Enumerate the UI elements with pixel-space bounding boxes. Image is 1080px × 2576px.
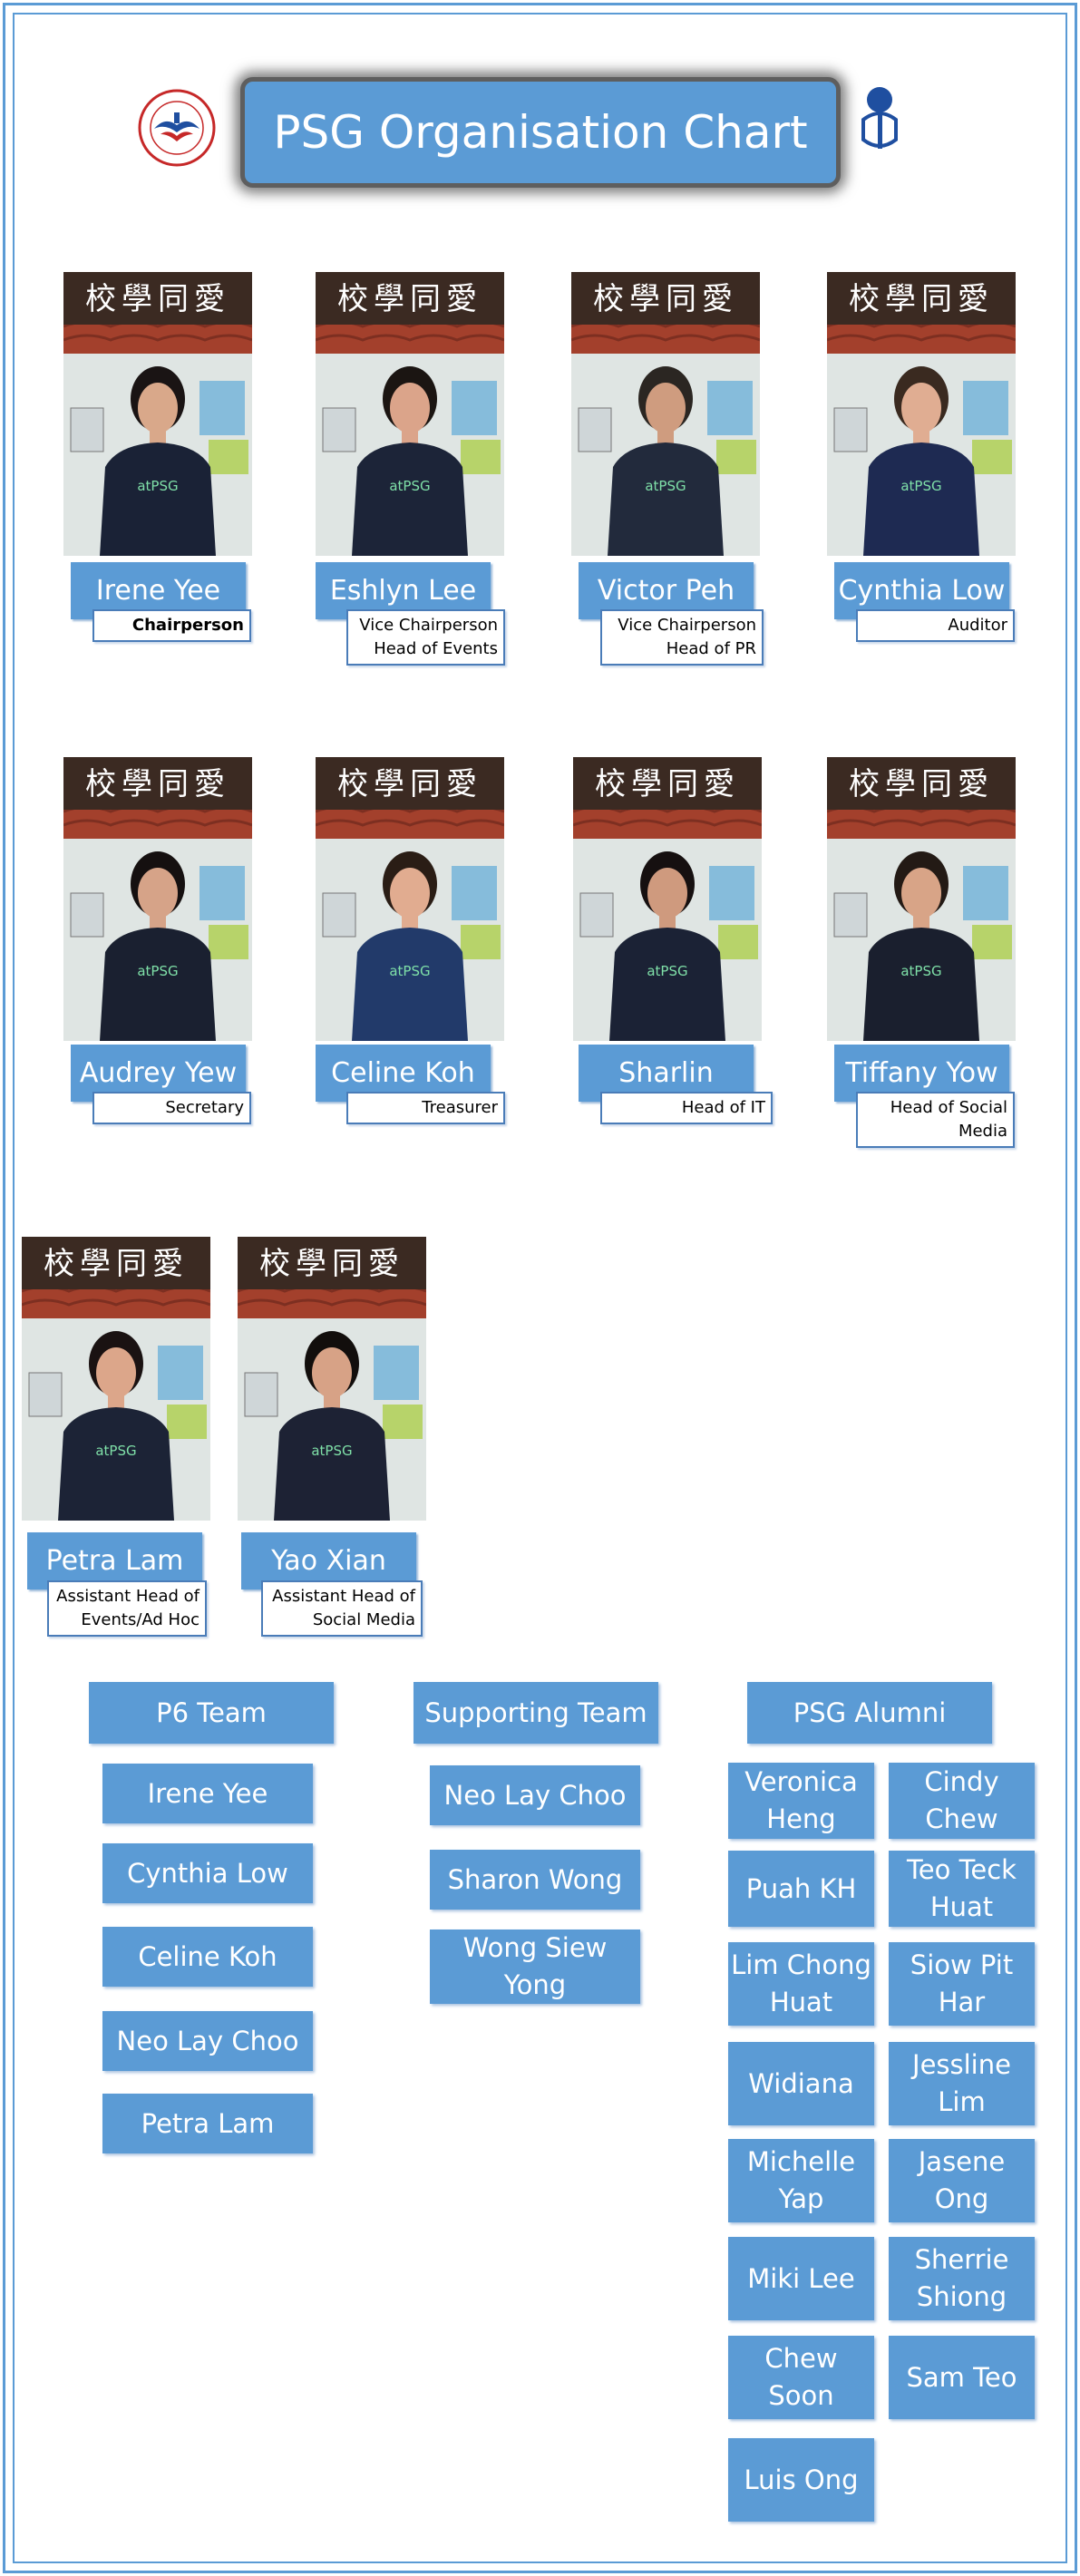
member-role: Head of Social Media xyxy=(856,1092,1015,1148)
alumni-member: Cindy Chew xyxy=(889,1763,1035,1839)
signboard-text: 校學同愛 xyxy=(849,281,994,317)
supporting-team-member: Wong Siew Yong xyxy=(430,1930,640,2004)
signboard-text: 校學同愛 xyxy=(849,766,994,802)
shirt-print: atPSG xyxy=(389,478,431,494)
supporting-team-header: Supporting Team xyxy=(414,1682,658,1744)
signboard-text: 校學同愛 xyxy=(85,281,230,317)
alumni-member: Widiana xyxy=(728,2042,874,2125)
member-role: Assistant Head of Events/Ad Hoc xyxy=(47,1580,207,1637)
signboard-text: 校學同愛 xyxy=(337,281,482,317)
p6-team-member: Petra Lam xyxy=(102,2094,313,2153)
alumni-member: Lim Chong Huat xyxy=(728,1942,874,2026)
shirt-print: atPSG xyxy=(137,963,179,979)
alumni-member: Siow Pit Har xyxy=(889,1942,1035,2026)
signboard-text: 校學同愛 xyxy=(337,766,482,802)
p6-team-member: Irene Yee xyxy=(102,1764,313,1823)
shirt-print: atPSG xyxy=(645,478,686,494)
alumni-member: Veronica Heng xyxy=(728,1763,874,1839)
shirt-print: atPSG xyxy=(95,1443,137,1459)
p6-team-member: Neo Lay Choo xyxy=(102,2011,313,2071)
signboard-text: 校學同愛 xyxy=(44,1246,189,1282)
member-role: Secretary xyxy=(92,1092,251,1124)
p6-team-member: Celine Koh xyxy=(102,1927,313,1987)
signboard-text: 校學同愛 xyxy=(85,766,230,802)
psg-alumni-header: PSG Alumni xyxy=(747,1682,992,1744)
alumni-member: Teo Teck Huat xyxy=(889,1851,1035,1927)
signboard-text: 校學同愛 xyxy=(595,766,740,802)
alumni-member: Luis Ong xyxy=(728,2438,874,2522)
alumni-member: Sherrie Shiong xyxy=(889,2237,1035,2320)
alumni-member: Jasene Ong xyxy=(889,2139,1035,2222)
shirt-print: atPSG xyxy=(311,1443,353,1459)
page-title: PSG Organisation Chart xyxy=(240,77,841,188)
alumni-member: Chew Soon xyxy=(728,2336,874,2419)
signboard-text: 校學同愛 xyxy=(593,281,738,317)
ai-tong-school-logo xyxy=(138,89,216,167)
member-role: Treasurer xyxy=(346,1092,505,1124)
shirt-print: atPSG xyxy=(137,478,179,494)
supporting-team-member: Neo Lay Choo xyxy=(430,1765,640,1825)
shirt-print: atPSG xyxy=(389,963,431,979)
member-role: Head of IT xyxy=(600,1092,773,1124)
shirt-print: atPSG xyxy=(647,963,688,979)
psg-logo xyxy=(852,83,907,178)
supporting-team-member: Sharon Wong xyxy=(430,1850,640,1910)
alumni-member: Miki Lee xyxy=(728,2237,874,2320)
member-role: Vice Chairperson Head of Events xyxy=(346,609,505,666)
signboard-text: 校學同愛 xyxy=(259,1246,404,1282)
alumni-member: Jessline Lim xyxy=(889,2042,1035,2125)
p6-team-member: Cynthia Low xyxy=(102,1843,313,1903)
shirt-print: atPSG xyxy=(900,963,942,979)
member-role: Assistant Head of Social Media xyxy=(261,1580,423,1637)
alumni-member: Michelle Yap xyxy=(728,2139,874,2222)
member-role: Auditor xyxy=(856,609,1015,642)
alumni-member: Sam Teo xyxy=(889,2336,1035,2419)
p6-team-header: P6 Team xyxy=(89,1682,334,1744)
shirt-print: atPSG xyxy=(900,478,942,494)
member-role: Chairperson xyxy=(92,609,251,642)
alumni-member: Puah KH xyxy=(728,1851,874,1927)
member-role: Vice Chairperson Head of PR xyxy=(600,609,764,666)
